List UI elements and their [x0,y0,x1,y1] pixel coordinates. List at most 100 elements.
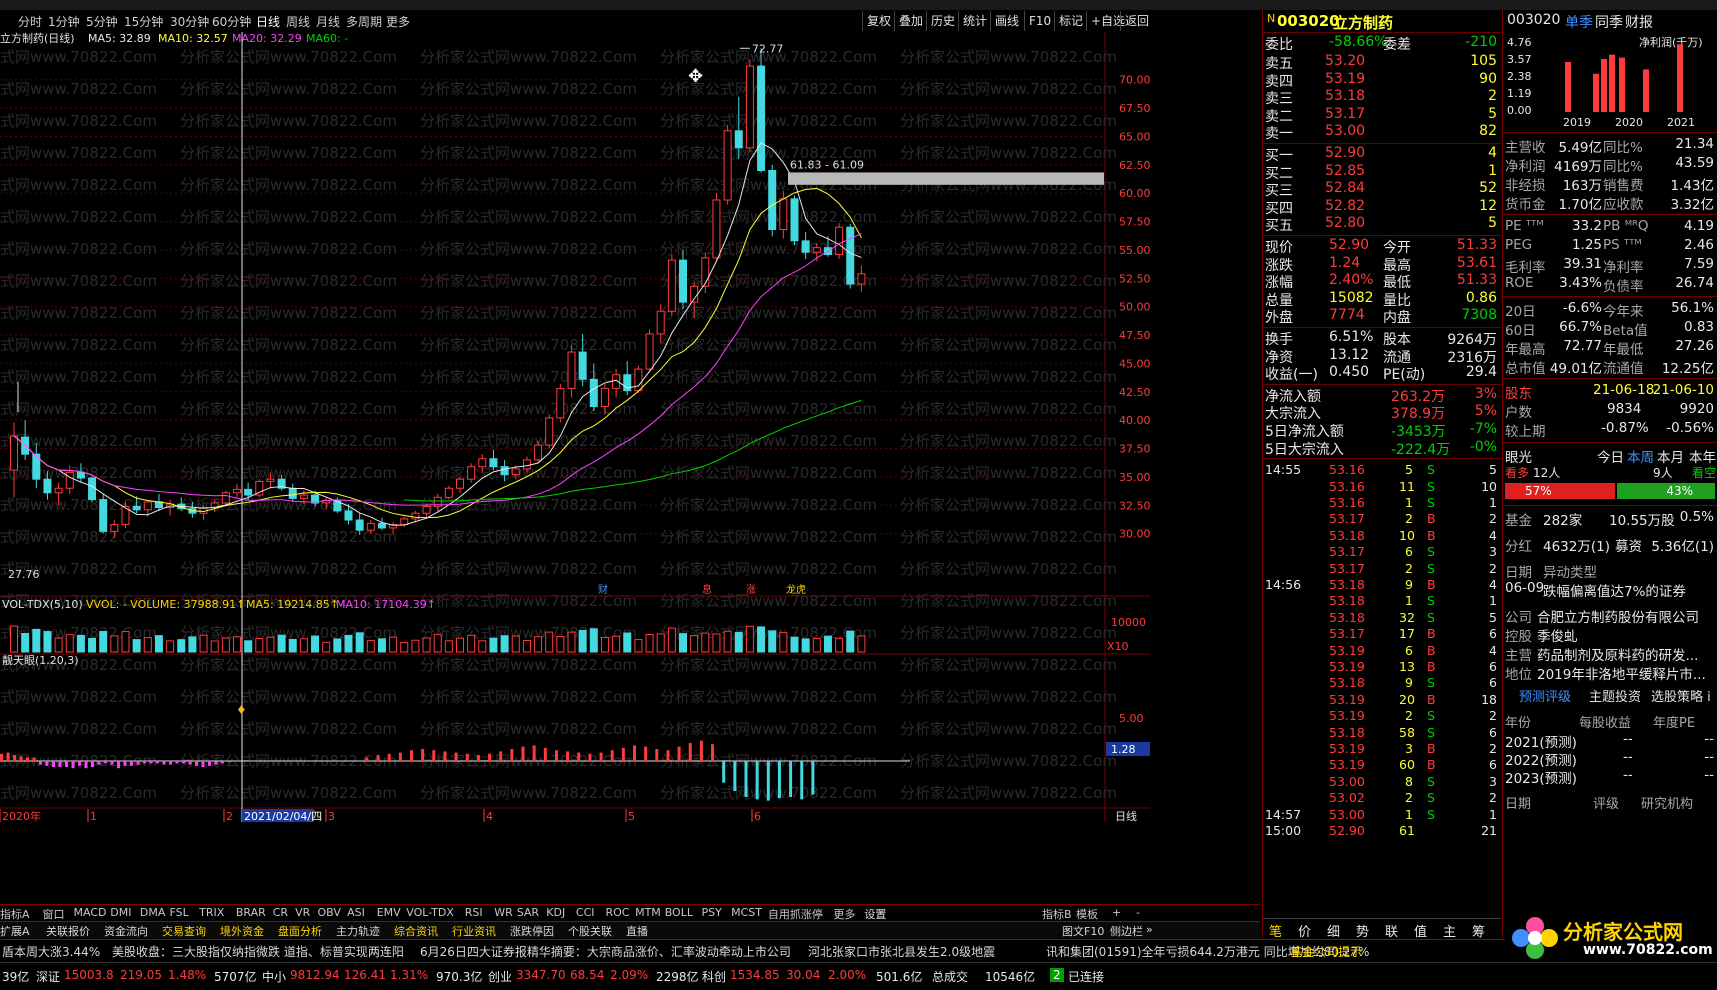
toolbar-btn-8[interactable]: 返回 [1120,11,1153,31]
bid-row-1[interactable]: 买二 52.85 1 [1263,163,1501,182]
toolbar-btn-0[interactable]: 复权 [862,11,895,31]
quote-tab-5[interactable]: 值 [1414,921,1427,940]
indicator-tab-17[interactable]: KDJ [546,906,565,919]
subtab-7[interactable]: 综合资讯 [394,923,438,939]
ask-row-0[interactable]: 卖五 53.20 105 [1263,53,1501,72]
kline-chart-svg[interactable]: 70.0067.5065.0062.5060.0057.5055.0052.50… [0,31,1260,904]
indicator-right-0[interactable]: 指标B [1042,906,1072,922]
connection-status[interactable]: 已连接 [1068,968,1104,985]
indicator-tab-18[interactable]: CCI [576,906,595,919]
sz-label[interactable]: 深证 [36,968,60,985]
indicator-right-1[interactable]: 模板 [1076,906,1098,922]
indicator-tab-13[interactable]: VOL-TDX [406,906,454,919]
kc-label[interactable]: 科创 [702,968,726,985]
indicator-tab-0[interactable]: 指标A [0,906,30,922]
subtab-0[interactable]: 扩展A [0,923,30,939]
subtab-10[interactable]: 个股关联 [568,923,612,939]
subtab-9[interactable]: 涨跌停因 [510,923,554,939]
indicator-tab-14[interactable]: RSI [465,906,483,919]
indicator-tab-2[interactable]: MACD [74,906,107,919]
indicator-tab-21[interactable]: BOLL [665,906,693,919]
indicator-tab-25[interactable]: 更多 [833,906,855,922]
subtab-5[interactable]: 盘面分析 [278,923,322,939]
indicator-tab-26[interactable]: 设置 [864,906,886,922]
indicator-tab-1[interactable]: 窗口 [43,906,65,922]
indicator-tab-11[interactable]: ASI [347,906,365,919]
toolbar-btn-5[interactable]: F10 [1024,11,1055,31]
indicator-tab-8[interactable]: CR [273,906,288,919]
eye-t3[interactable]: 本月 [1657,446,1684,466]
subtab-2[interactable]: 资金流向 [104,923,148,939]
indicator-tab-15[interactable]: WR [494,906,513,919]
indicator-tab-16[interactable]: SAR [517,906,539,919]
bid-row-3[interactable]: 买四 52.82 12 [1263,198,1501,217]
ask-row-1[interactable]: 卖四 53.19 90 [1263,71,1501,90]
toolbar-btn-6[interactable]: 标记 [1054,11,1087,31]
news-item-2[interactable]: 6月26日四大证券报精华摘要：大宗商品涨价、汇率波动牵动上市公司 [420,943,791,960]
quote-tab-3[interactable]: 势 [1356,921,1369,940]
quote-tab-4[interactable]: 联 [1385,921,1398,940]
indicator-tab-7[interactable]: BRAR [236,906,266,919]
indicator-tab-22[interactable]: PSY [702,906,722,919]
indicator-tab-12[interactable]: EMV [377,906,401,919]
subtab-3[interactable]: 交易查询 [162,923,206,939]
period-6[interactable]: 日线 [256,13,280,30]
f10-link-2[interactable]: 选股策略 i [1651,686,1711,705]
ask-row-4[interactable]: 卖一 53.00 82 [1263,123,1501,142]
period-4[interactable]: 30分钟 [170,13,209,30]
indicator-tab-5[interactable]: FSL [170,906,189,919]
subtab-right-2[interactable]: » [1146,923,1153,936]
indicator-tab-24[interactable]: 自用抓涨停 [768,906,823,922]
indicator-tab-6[interactable]: TRIX [199,906,224,919]
period-7[interactable]: 周线 [286,13,310,30]
period-9[interactable]: 多周期 [346,13,382,30]
subtab-4[interactable]: 境外资金 [220,923,264,939]
quote-tab-7[interactable]: 筹 [1472,921,1485,940]
f10-tab-2[interactable]: 财报 [1625,12,1653,32]
news-item-0[interactable]: 盾本周大涨3.44% [2,943,100,960]
bid-row-4[interactable]: 买五 52.80 5 [1263,215,1501,234]
news-item-5[interactable]: 基金公司提示 [1290,943,1362,960]
subtab-11[interactable]: 直播 [626,923,648,939]
eye-t2[interactable]: 本周 [1627,446,1654,466]
ask-row-2[interactable]: 卖三 53.18 2 [1263,88,1501,107]
period-5[interactable]: 60分钟 [212,13,251,30]
eye-t4[interactable]: 本年 [1689,446,1716,466]
ask-row-3[interactable]: 卖二 53.17 5 [1263,106,1501,125]
toolbar-btn-3[interactable]: 统计 [958,11,991,31]
f10-link-0[interactable]: 预测评级 [1519,686,1571,705]
toolbar-btn-2[interactable]: 历史 [926,11,959,31]
indicator-tab-10[interactable]: OBV [318,906,341,919]
eye-t1[interactable]: 今日 [1597,446,1624,466]
period-10[interactable]: 更多 [386,13,410,30]
subtab-right-1[interactable]: 侧边栏 [1110,923,1143,939]
toolbar-btn-1[interactable]: 叠加 [894,11,927,31]
f10-link-1[interactable]: 主题投资 [1589,686,1641,705]
news-item-1[interactable]: 美股收盘：三大股指仅纳指微跌 道指、标普实现两连阳 [112,943,404,960]
subtab-6[interactable]: 主力轨迹 [336,923,380,939]
indicator-tab-4[interactable]: DMA [140,906,166,919]
quote-tab-2[interactable]: 细 [1327,921,1340,940]
cy-label[interactable]: 创业 [488,968,512,985]
period-1[interactable]: 1分钟 [48,13,80,30]
indicator-tab-9[interactable]: VR [295,906,310,919]
indicator-tab-23[interactable]: MCST [731,906,762,919]
news-item-3[interactable]: 河北张家口市张北县发生2.0级地震 [808,943,995,960]
period-8[interactable]: 月线 [316,13,340,30]
quote-tab-0[interactable]: 笔 [1269,921,1282,940]
subtab-8[interactable]: 行业资讯 [452,923,496,939]
f10-tab-1[interactable]: 同季 [1595,12,1623,32]
bid-row-0[interactable]: 买一 52.90 4 [1263,145,1501,164]
toolbar-btn-4[interactable]: 画线 [990,11,1023,31]
period-0[interactable]: 分时 [18,13,42,30]
period-2[interactable]: 5分钟 [86,13,118,30]
subtab-right-0[interactable]: 图文F10 [1062,923,1104,939]
quote-tab-1[interactable]: 价 [1298,921,1311,940]
f10-tab-0[interactable]: 单季 [1565,12,1593,32]
indicator-tab-20[interactable]: MTM [635,906,661,919]
zx-label[interactable]: 中小 [262,968,286,985]
indicator-right-3[interactable]: - [1136,906,1140,919]
subtab-1[interactable]: 关联报价 [46,923,90,939]
indicator-right-2[interactable]: + [1112,906,1121,919]
chart-area[interactable]: 70.00 67.50 65.00 62.50 60.00 57.50 55.00 52.50… [0,31,1260,904]
